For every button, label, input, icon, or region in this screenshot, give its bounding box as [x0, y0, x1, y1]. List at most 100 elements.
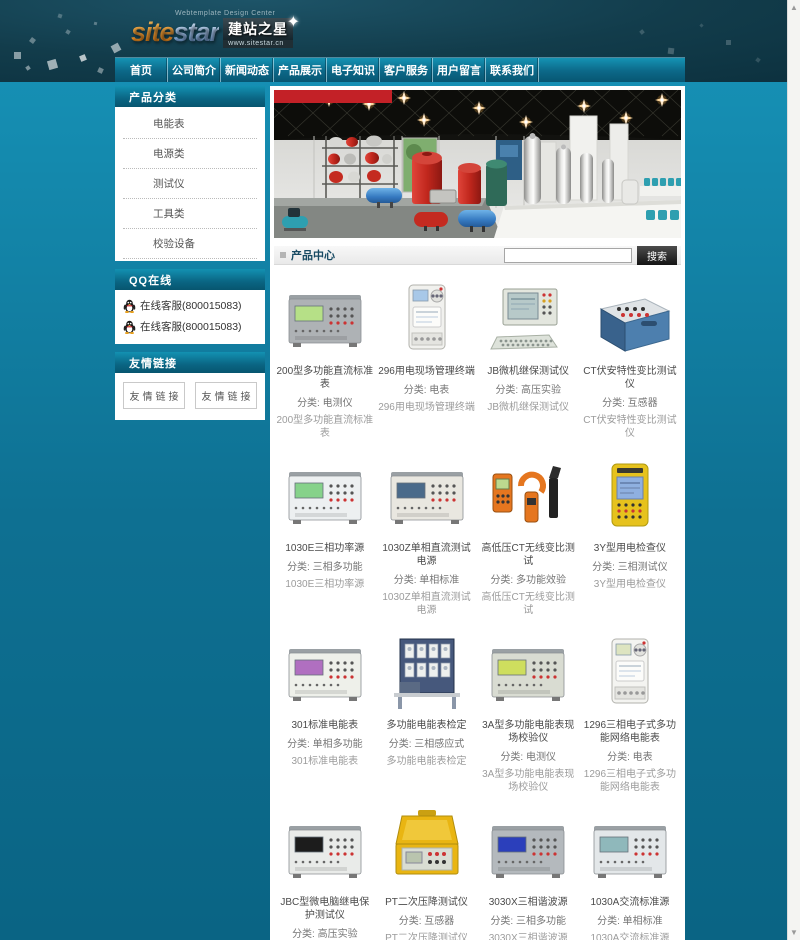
category-list: 电能表电源类测试仪工具类校验设备 — [115, 107, 265, 261]
product-category: 分类: 多功能效验 — [490, 574, 566, 587]
qq-service-label: 在线客服(800015083) — [140, 298, 242, 313]
showroom-banner-image[interactable] — [274, 90, 681, 238]
product-name-link[interactable]: 3Y型用电检查仪 — [594, 542, 666, 555]
product-alt-link[interactable]: 多功能电能表检定 — [387, 755, 467, 768]
qq-penguin-icon — [123, 320, 136, 334]
product-name-link[interactable]: PT二次压降测试仪 — [385, 896, 468, 909]
site-header: Webtemplate Design Center site star 建站之星… — [0, 0, 800, 82]
sparkle-icon: ✦ — [287, 12, 300, 32]
category-item-3[interactable]: 工具类 — [123, 199, 257, 229]
product-category: 分类: 单相标准 — [394, 574, 460, 587]
product-alt-link[interactable]: 3030X三相谐波源 — [489, 932, 568, 940]
scroll-down-icon[interactable]: ▼ — [790, 925, 798, 940]
product-name-link[interactable]: 200型多功能直流标准表 — [276, 365, 374, 391]
content-area: 产品分类 电能表电源类测试仪工具类校验设备 QQ在线 在线客服(80001508… — [115, 86, 685, 940]
main-panel: 产品中心 搜索 200型多功能直流标准表 分类: 电测仪 200型多功能直流标准… — [270, 86, 685, 940]
category-item-0[interactable]: 电能表 — [123, 109, 257, 139]
category-item-2[interactable]: 测试仪 — [123, 169, 257, 199]
friend-link-button-0[interactable]: 友情链接 — [123, 382, 185, 409]
product-image[interactable] — [583, 277, 677, 361]
product-name-link[interactable]: JB微机继保测试仪 — [487, 365, 569, 378]
product-image[interactable] — [278, 277, 372, 361]
product-name-link[interactable]: 301标准电能表 — [292, 719, 359, 732]
logo-badge-url: www.sitestar.cn — [223, 40, 293, 48]
product-name-link[interactable]: 高低压CT无线变比测试 — [479, 542, 577, 568]
product-image[interactable] — [380, 454, 474, 538]
product-alt-link[interactable]: 1030E三相功率源 — [285, 578, 364, 591]
scrollbar[interactable]: ▲ ▼ — [787, 0, 800, 940]
product-name-link[interactable]: 296用电现场管理终端 — [378, 365, 475, 378]
product-image[interactable] — [278, 454, 372, 538]
product-image[interactable] — [380, 808, 474, 892]
product-image[interactable] — [481, 808, 575, 892]
site-logo[interactable]: Webtemplate Design Center site star 建站之星… — [131, 10, 293, 48]
product-name-link[interactable]: 3030X三相谐波源 — [489, 896, 568, 909]
product-image[interactable] — [380, 631, 474, 715]
product-card-5: 1030Z单相直流测试电源 分类: 单相标准 1030Z单相直流测试电源 — [376, 448, 478, 625]
product-alt-link[interactable]: 3Y型用电检查仪 — [594, 578, 666, 591]
product-center-bar: 产品中心 搜索 — [274, 246, 681, 265]
product-category: 分类: 高压实验 — [292, 928, 358, 940]
product-name-link[interactable]: 3A型多功能电能表现场校验仪 — [479, 719, 577, 745]
qq-service-item-1[interactable]: 在线客服(800015083) — [123, 316, 257, 337]
product-image[interactable] — [481, 631, 575, 715]
product-image[interactable] — [583, 808, 677, 892]
qq-list: 在线客服(800015083) 在线客服(800015083) — [115, 290, 265, 344]
product-alt-link[interactable]: 高低压CT无线变比测试 — [479, 591, 577, 617]
product-name-link[interactable]: JBC型微电脑继电保护测试仪 — [276, 896, 374, 922]
nav-item-1[interactable]: 公司简介 — [168, 58, 221, 82]
product-alt-link[interactable]: 200型多功能直流标准表 — [276, 414, 374, 440]
nav-item-0[interactable]: 首页 — [115, 58, 168, 82]
product-alt-link[interactable]: JB微机继保测试仪 — [487, 401, 569, 414]
friend-links-panel: 友情链接 友情链接友情链接 — [115, 352, 265, 420]
nav-item-6[interactable]: 用户留言 — [433, 58, 486, 82]
product-alt-link[interactable]: 296用电现场管理终端 — [378, 401, 475, 414]
product-alt-link[interactable]: 1030A交流标准源 — [590, 932, 669, 940]
product-alt-link[interactable]: 1030Z单相直流测试电源 — [378, 591, 476, 617]
product-image[interactable] — [583, 631, 677, 715]
qq-service-item-0[interactable]: 在线客服(800015083) — [123, 295, 257, 316]
product-category: 分类: 单相多功能 — [287, 738, 363, 751]
nav-item-2[interactable]: 新闻动态 — [221, 58, 274, 82]
product-category: 分类: 单相标准 — [597, 915, 663, 928]
product-category: 分类: 电测仪 — [297, 397, 353, 410]
scroll-up-icon[interactable]: ▲ — [790, 0, 798, 15]
friend-link-button-1[interactable]: 友情链接 — [195, 382, 257, 409]
product-name-link[interactable]: 多功能电能表检定 — [387, 719, 467, 732]
product-image[interactable] — [278, 808, 372, 892]
nav-item-7[interactable]: 联系我们 — [486, 58, 539, 82]
product-category: 分类: 互感器 — [399, 915, 455, 928]
product-alt-link[interactable]: 301标准电能表 — [292, 755, 359, 768]
product-alt-link[interactable]: CT伏安特性变比测试仪 — [581, 414, 679, 440]
product-alt-link[interactable]: 1296三相电子式多功能网络电能表 — [581, 768, 679, 794]
product-name-link[interactable]: 1030E三相功率源 — [285, 542, 364, 555]
category-item-1[interactable]: 电源类 — [123, 139, 257, 169]
product-alt-link[interactable]: 3A型多功能电能表现场校验仪 — [479, 768, 577, 794]
product-name-link[interactable]: CT伏安特性变比测试仪 — [581, 365, 679, 391]
category-item-4[interactable]: 校验设备 — [123, 229, 257, 259]
product-card-6: 高低压CT无线变比测试 分类: 多功能效验 高低压CT无线变比测试 — [477, 448, 579, 625]
product-name-link[interactable]: 1030A交流标准源 — [590, 896, 669, 909]
product-image[interactable] — [380, 277, 474, 361]
product-category: 分类: 三相感应式 — [389, 738, 465, 751]
nav-item-4[interactable]: 电子知识 — [327, 58, 380, 82]
qq-penguin-icon — [123, 299, 136, 313]
product-image[interactable] — [481, 454, 575, 538]
product-image[interactable] — [278, 631, 372, 715]
nav-item-3[interactable]: 产品展示 — [274, 58, 327, 82]
product-name-link[interactable]: 1296三相电子式多功能网络电能表 — [581, 719, 679, 745]
logo-star-text: star — [174, 17, 220, 48]
product-image[interactable] — [583, 454, 677, 538]
product-alt-link[interactable]: PT二次压降测试仪 — [385, 932, 468, 940]
product-name-link[interactable]: 1030Z单相直流测试电源 — [378, 542, 476, 568]
product-category: 分类: 电表 — [404, 384, 450, 397]
nav-item-5[interactable]: 客户服务 — [380, 58, 433, 82]
search-input[interactable] — [504, 248, 632, 263]
product-image[interactable] — [481, 277, 575, 361]
qq-online-panel: QQ在线 在线客服(800015083) 在线客服(800015083) — [115, 269, 265, 344]
search-button[interactable]: 搜索 — [637, 246, 677, 265]
product-card-0: 200型多功能直流标准表 分类: 电测仪 200型多功能直流标准表 — [274, 271, 376, 448]
product-category: 分类: 三相测试仪 — [592, 561, 668, 574]
product-card-2: JB微机继保测试仪 分类: 高压实验 JB微机继保测试仪 — [477, 271, 579, 448]
logo-site-text: site — [131, 17, 174, 48]
